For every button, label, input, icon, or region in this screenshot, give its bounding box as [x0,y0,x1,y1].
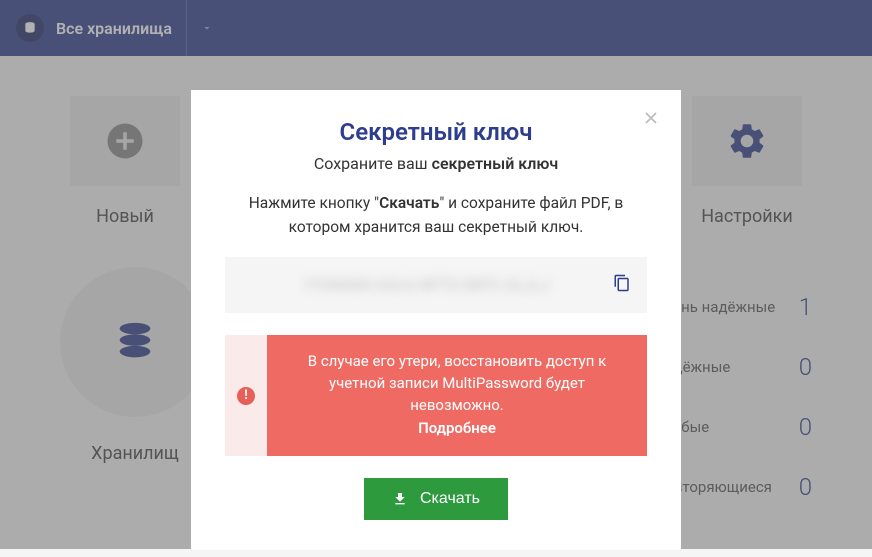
alert-text: В случае его утери, восстановить доступ … [308,352,606,414]
secret-key-masked: FYGNAEK-ASLA-NPTX-QRYC-XLJLJ [241,276,613,294]
desc-bold: Скачать [379,194,439,212]
download-label: Скачать [420,490,480,508]
modal-title: Секретный ключ [225,118,647,146]
copy-icon[interactable] [613,274,631,296]
modal-description: Нажмите кнопку "Скачать" и сохраните фай… [225,191,647,239]
learn-more-link[interactable]: Подробнее [289,418,625,440]
secret-key-modal: Секретный ключ Сохраните ваш секретный к… [191,90,681,550]
alert-icon: ! [225,335,267,456]
alert-box: ! В случае его утери, восстановить досту… [225,335,647,456]
modal-subtitle: Сохраните ваш секретный ключ [225,154,647,173]
download-button[interactable]: Скачать [364,478,508,520]
modal-sub-prefix: Сохраните ваш [314,154,432,173]
modal-sub-bold: секретный ключ [432,154,559,173]
exclamation-icon: ! [237,387,255,405]
close-icon[interactable] [641,108,661,132]
modal-overlay: Секретный ключ Сохраните ваш секретный к… [0,0,872,549]
alert-body: В случае его утери, восстановить доступ … [267,335,647,456]
secret-key-box: FYGNAEK-ASLA-NPTX-QRYC-XLJLJ [225,257,647,313]
download-icon [392,491,408,507]
desc-pre: Нажмите кнопку " [249,194,379,212]
